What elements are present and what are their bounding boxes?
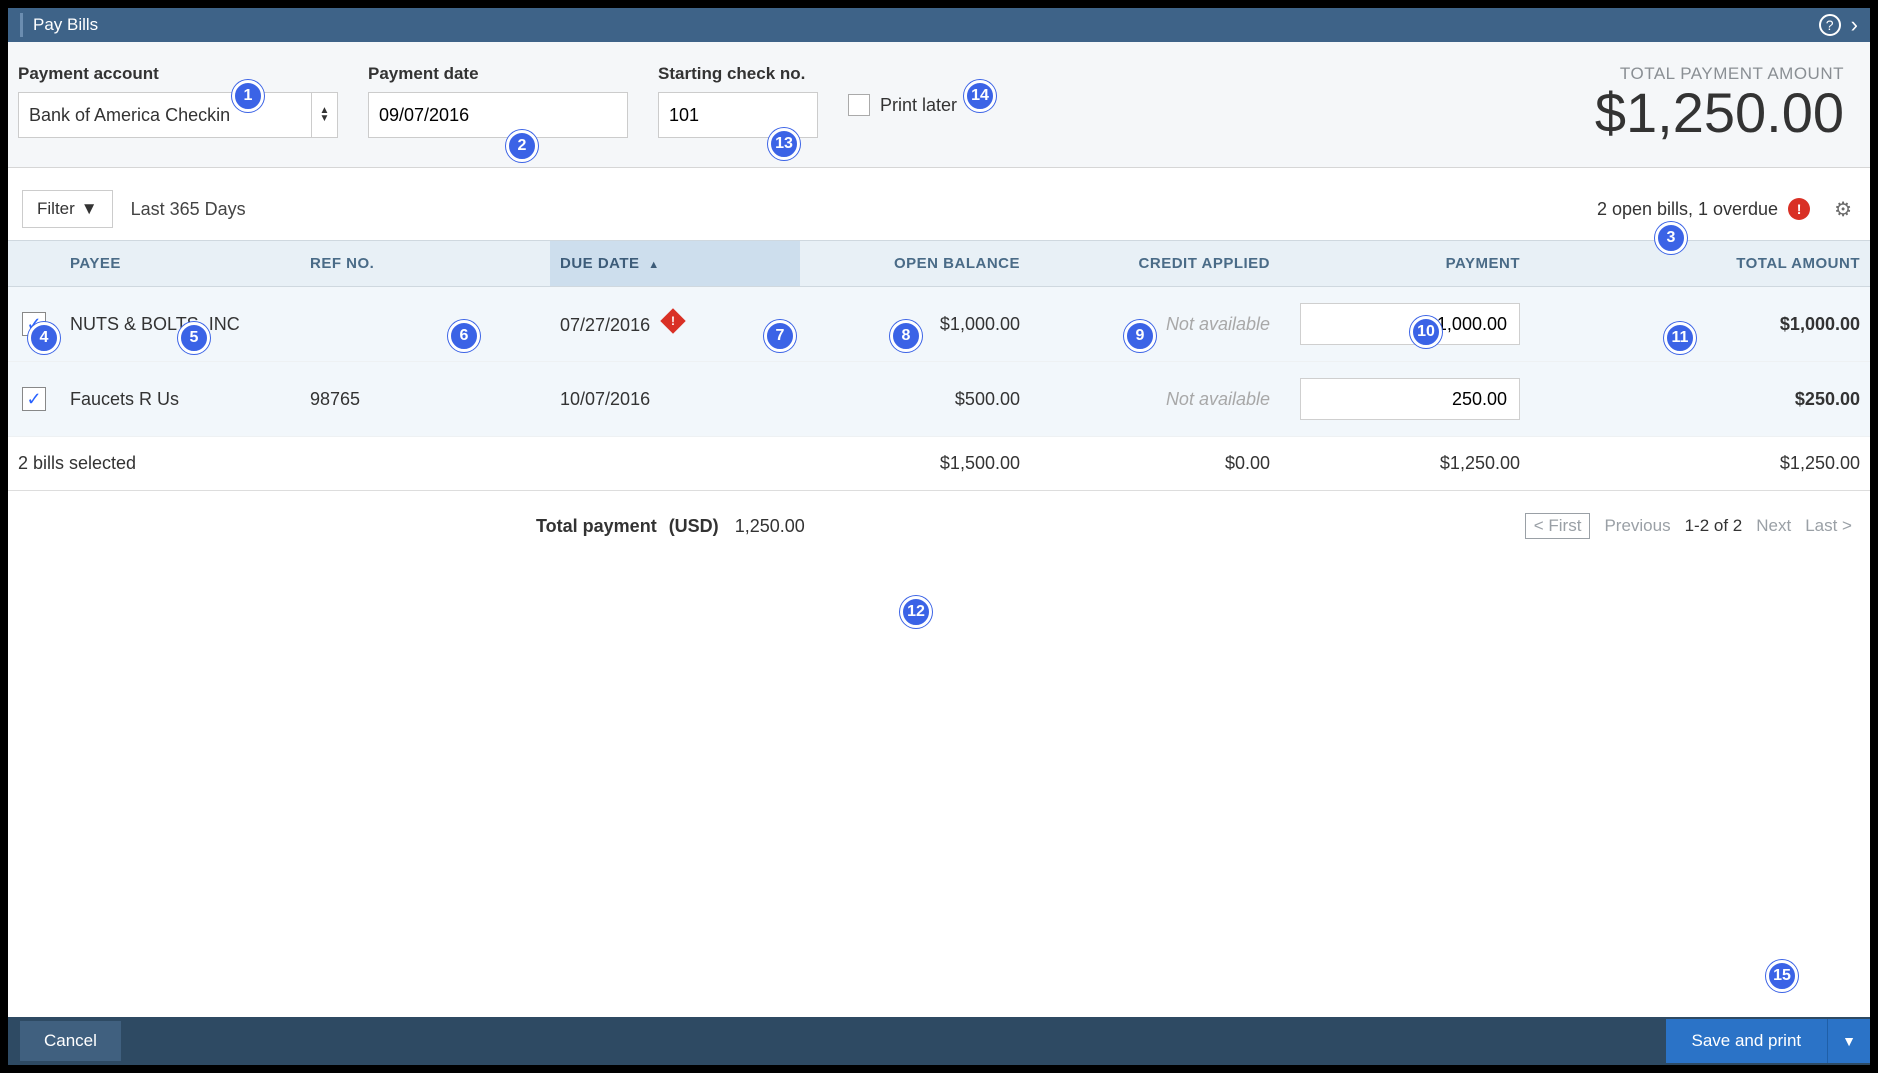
starting-check-field: Starting check no. xyxy=(658,64,818,138)
starting-check-label: Starting check no. xyxy=(658,64,818,84)
cell-due-date: 10/07/2016 xyxy=(550,362,800,437)
page-next-button[interactable]: Next xyxy=(1756,516,1791,536)
cell-payment xyxy=(1280,362,1530,437)
total-payment-amount-value: $1,250.00 xyxy=(1595,80,1844,145)
select-arrows-icon: ▲▼ xyxy=(311,93,337,137)
payment-input[interactable] xyxy=(1300,303,1520,345)
pagination: < First Previous 1-2 of 2 Next Last > xyxy=(1525,513,1852,539)
total-payment-amount-block: TOTAL PAYMENT AMOUNT $1,250.00 xyxy=(1595,64,1860,145)
filter-button-label: Filter xyxy=(37,199,75,219)
overdue-alert-icon: ! xyxy=(1788,198,1810,220)
print-later-checkbox[interactable] xyxy=(848,94,870,116)
starting-check-input[interactable] xyxy=(658,92,818,138)
row-checkbox[interactable]: ✓ xyxy=(22,312,46,336)
sum-payment: $1,250.00 xyxy=(1280,437,1530,491)
payment-account-field: Payment account Bank of America Checkin … xyxy=(18,64,338,138)
title-accent xyxy=(20,13,23,37)
footer-bar: Cancel Save and print ▼ xyxy=(8,1017,1870,1065)
sum-open-balance: $1,500.00 xyxy=(800,437,1030,491)
help-icon[interactable]: ? xyxy=(1819,14,1841,36)
cell-ref-no: 98765 xyxy=(300,362,550,437)
bills-table: PAYEE REF NO. DUE DATE ▲ OPEN BALANCE CR… xyxy=(8,240,1870,491)
payment-account-label: Payment account xyxy=(18,64,338,84)
payment-account-value: Bank of America Checkin xyxy=(29,105,230,126)
payment-date-value xyxy=(379,105,617,126)
caret-down-icon: ▼ xyxy=(81,199,98,219)
header-credit-applied[interactable]: CREDIT APPLIED xyxy=(1030,241,1280,287)
overdue-badge-icon xyxy=(660,308,685,333)
header-total-amount[interactable]: TOTAL AMOUNT xyxy=(1530,241,1870,287)
payment-date-label: Payment date xyxy=(368,64,628,84)
cell-payee: NUTS & BOLTS, INC xyxy=(60,287,300,362)
header-due-date[interactable]: DUE DATE ▲ xyxy=(550,241,800,287)
filter-range-text: Last 365 Days xyxy=(131,199,246,220)
table-row: ✓ NUTS & BOLTS, INC 07/27/2016 $1,000.00… xyxy=(8,287,1870,362)
header-open-balance[interactable]: OPEN BALANCE xyxy=(800,241,1030,287)
save-and-print-button[interactable]: Save and print xyxy=(1666,1019,1828,1063)
filter-button[interactable]: Filter ▼ xyxy=(22,190,113,228)
chevron-right-icon[interactable]: › xyxy=(1851,12,1858,38)
totals-row: 2 bills selected $1,500.00 $0.00 $1,250.… xyxy=(8,437,1870,491)
cell-total-amount: $1,000.00 xyxy=(1530,287,1870,362)
total-payment-label: Total payment xyxy=(536,516,657,537)
cell-payment xyxy=(1280,287,1530,362)
window-title: Pay Bills xyxy=(33,15,98,35)
bills-selected-text: 2 bills selected xyxy=(8,437,300,491)
header-ref-no[interactable]: REF NO. xyxy=(300,241,550,287)
cell-due-date: 07/27/2016 xyxy=(550,287,800,362)
payment-date-field: Payment date xyxy=(368,64,628,138)
total-payment-currency: (USD) xyxy=(669,516,719,537)
print-later-row: Print later xyxy=(848,94,957,116)
starting-check-value xyxy=(669,105,807,126)
payment-account-select[interactable]: Bank of America Checkin ▲▼ xyxy=(18,92,338,138)
payment-date-input[interactable] xyxy=(368,92,628,138)
header-payment[interactable]: PAYMENT xyxy=(1280,241,1530,287)
bills-table-wrap: PAYEE REF NO. DUE DATE ▲ OPEN BALANCE CR… xyxy=(8,240,1870,629)
save-dropdown-button[interactable]: ▼ xyxy=(1827,1019,1870,1063)
page-previous-button[interactable]: Previous xyxy=(1604,516,1670,536)
cell-total-amount: $250.00 xyxy=(1530,362,1870,437)
row-checkbox[interactable]: ✓ xyxy=(22,387,46,411)
title-bar: Pay Bills ? › xyxy=(8,8,1870,42)
payment-header-panel: Payment account Bank of America Checkin … xyxy=(8,42,1870,168)
cell-open-balance: $500.00 xyxy=(800,362,1030,437)
header-payee[interactable]: PAYEE xyxy=(60,241,300,287)
payment-input[interactable] xyxy=(1300,378,1520,420)
page-last-button[interactable]: Last > xyxy=(1805,516,1852,536)
total-payment-value: 1,250.00 xyxy=(735,516,805,537)
sum-total-amount: $1,250.00 xyxy=(1530,437,1870,491)
cell-credit-applied: Not available xyxy=(1030,287,1280,362)
cell-ref-no xyxy=(300,287,550,362)
page-first-button[interactable]: < First xyxy=(1525,513,1591,539)
header-checkbox-col[interactable] xyxy=(8,241,60,287)
cell-payee: Faucets R Us xyxy=(60,362,300,437)
cell-credit-applied: Not available xyxy=(1030,362,1280,437)
summary-row: Total payment (USD) 1,250.00 < First Pre… xyxy=(8,491,1870,561)
sum-credit-applied: $0.00 xyxy=(1030,437,1280,491)
gear-icon[interactable]: ⚙ xyxy=(1834,197,1852,222)
cell-open-balance: $1,000.00 xyxy=(800,287,1030,362)
filter-bar: Filter ▼ Last 365 Days 2 open bills, 1 o… xyxy=(8,168,1870,240)
open-bills-summary: 2 open bills, 1 overdue xyxy=(1597,199,1778,220)
table-row: ✓ Faucets R Us 98765 10/07/2016 $500.00 … xyxy=(8,362,1870,437)
print-later-label: Print later xyxy=(880,95,957,116)
page-range: 1-2 of 2 xyxy=(1685,516,1743,536)
cancel-button[interactable]: Cancel xyxy=(20,1021,121,1061)
sort-asc-icon: ▲ xyxy=(648,259,659,271)
